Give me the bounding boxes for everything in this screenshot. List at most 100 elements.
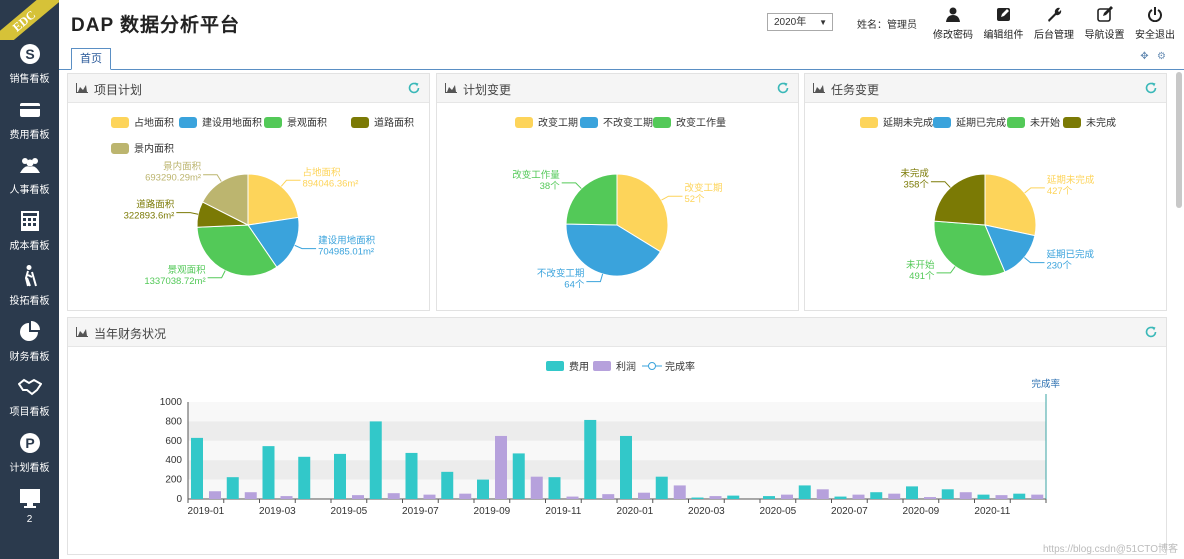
refresh-icon[interactable] [1144,325,1158,339]
pie-label-value: 704985.01m² [318,247,374,258]
legend-label: 不改变工期 [603,116,653,129]
pie-label-line [207,270,226,279]
y-tick-label: 200 [165,475,182,486]
pie-label-line [280,179,301,187]
svg-text:P: P [25,435,34,451]
bar-expense [870,492,883,499]
bar-profit [530,476,543,499]
pie-label-name: 景内面积 [163,161,202,173]
sidebar-item[interactable]: 财务看板 [0,320,59,372]
refresh-icon[interactable] [407,81,421,95]
x-tick-label: 2020-11 [974,506,1010,517]
bar-profit [387,493,400,499]
svg-text:S: S [25,46,34,62]
pie-label-name: 改变工作量 [512,169,560,181]
brand-ribbon: EDC [0,0,59,40]
pie-label-value: 52个 [684,194,705,205]
wrench-icon [1048,7,1062,22]
pie-label-name: 改变工期 [684,182,722,194]
toolbar-label: 编辑组件 [983,30,1024,41]
sidebar-item-label: 财务看板 [9,351,50,363]
legend-swatch [580,117,598,128]
legend-label: 未完成 [1086,116,1116,129]
sidebar-item[interactable]: 人事看板 [0,153,59,205]
sidebar-item-label: 销售看板 [9,74,50,85]
toolbar-label: 安全退出 [1135,30,1175,41]
bar-expense [941,489,954,499]
power-icon [1148,7,1162,22]
toolbar-button[interactable]: 后台管理 [1032,6,1076,41]
sidebar-item[interactable]: P 计划看板 [0,431,59,483]
x-tick-label: 2019-11 [545,506,581,517]
sidebar-item-label: 人事看板 [9,185,50,196]
tab-home[interactable]: 首页 [71,48,111,70]
sidebar-item-label: 2 [26,514,33,525]
fullscreen-icon[interactable]: ✥ [1140,51,1148,62]
year-select[interactable]: 2020年 ▼ [767,13,833,31]
legend-swatch [593,361,611,371]
x-tick-label: 2019-05 [331,506,368,517]
settings-icon[interactable]: ⚙ [1157,51,1166,62]
legend-swatch [653,117,671,128]
legend-swatch [648,362,656,370]
sidebar-item[interactable]: 2 [0,486,59,538]
bar-profit [995,495,1008,499]
pie-label-value: 38个 [540,181,561,192]
pie-label-name: 未完成 [900,168,929,180]
pie-chart: 延期未完成 延期已完成 未开始 未完成延期未完成427个延期已完成230个未开始491… [860,116,1116,282]
pie-label-line [1024,187,1045,194]
bar-profit [566,496,579,499]
plan-change-panel: 计划变更 改变工期 不改变工期 改变工作量 改变工期 52个 不改变工期 64个 改变工作量 3… [436,73,799,311]
x-tick-label: 2019-09 [474,506,511,517]
legend-label: 改变工期 [538,116,578,129]
bar-expense [1013,493,1026,499]
scrollbar[interactable] [1176,72,1182,208]
toolbar-button[interactable]: 修改密码 [931,6,975,41]
pie-label-value: 427个 [1047,186,1073,197]
sidebar-item-label: 成本看板 [9,240,50,252]
pie-label-name: 占地面积 [302,166,341,178]
pie-label-line [930,181,951,188]
bar-expense [441,471,454,499]
bar-profit [1031,494,1044,499]
page-title: DAP 数据分析平台 [71,15,241,36]
edit-icon [996,8,1010,21]
bar-profit [816,489,829,499]
panel-title: 计划变更 [463,83,512,97]
refresh-icon[interactable] [1144,81,1158,95]
bar-expense [620,435,632,499]
toolbar-button[interactable]: 安全退出 [1133,6,1177,41]
sidebar-item[interactable]: 成本看板 [0,209,59,261]
compose-icon [1096,6,1113,22]
x-tick-label: 2020-09 [903,506,940,517]
pie-label-value: 1337038.72m² [144,276,205,287]
sidebar-item[interactable]: 项目看板 [0,375,59,427]
grid-band [188,421,1046,441]
panel-title: 项目计划 [94,83,143,97]
bar-expense [655,476,668,499]
area-chart-icon [445,83,457,93]
bar-expense [834,496,847,499]
pie-label-name: 未开始 [906,259,935,271]
sidebar-item[interactable]: S 销售看板 [0,42,59,94]
bar-profit [209,491,221,499]
bar-profit [781,494,793,499]
area-chart-icon [76,83,88,93]
area-chart-icon [76,327,88,337]
sidebar: EDC S 销售看板费用看板人事看板成本看板投拓看板财务看板项目看板 P 计划看板 2 [0,0,59,559]
refresh-icon[interactable] [776,81,790,95]
toolbar-button[interactable]: 编辑组件 [982,6,1026,41]
legend-swatch [1063,117,1081,128]
skype-icon: S [19,44,40,64]
parking-icon: P [19,432,40,453]
bar-profit [673,485,686,499]
panel-header: 当年财务状况 [68,318,1166,347]
toolbar-label: 修改密码 [933,30,973,41]
pie-label-value: 491个 [909,271,935,282]
pie-label-line [203,174,222,182]
sidebar-item[interactable]: 费用看板 [0,98,59,150]
toolbar-button[interactable]: 导航设置 [1083,6,1127,41]
bar-profit [959,492,972,499]
sidebar-item[interactable]: 投拓看板 [0,264,59,316]
bar-expense [763,496,775,499]
